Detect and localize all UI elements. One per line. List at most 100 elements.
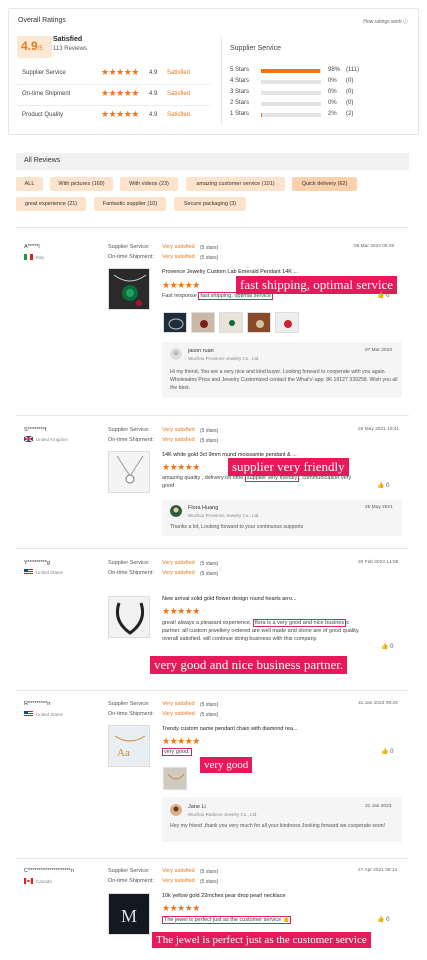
annotation-callout: fast shipping, optimal service: [236, 276, 398, 294]
filter-chip-with-videos[interactable]: With videos (23): [120, 177, 178, 191]
star-breakdown-row: 4 Stars 0% (0): [230, 78, 354, 84]
annotation-callout: supplier very friendly: [228, 458, 349, 476]
product-thumbnail[interactable]: Aa: [108, 725, 150, 767]
product-star-rating: ★★★★★: [162, 903, 200, 913]
like-button[interactable]: 👍 0: [381, 643, 394, 650]
review-text: The jewel is perfect just as the custome…: [162, 916, 292, 924]
annotation-callout: very good: [200, 757, 253, 773]
review-text: very good.: [162, 748, 192, 756]
review-date: 05 Mar 2023 05:30: [354, 244, 395, 249]
product-thumbnail[interactable]: [108, 451, 150, 493]
review-photo[interactable]: [191, 312, 215, 333]
flag-uk-icon: [24, 436, 33, 442]
filter-chip-great-experience[interactable]: great experience (21): [16, 197, 86, 211]
supplier-reply: Flora Huang Wuzhou Provence Jewelry Co.,…: [162, 500, 402, 536]
ontime-shipment-rating: Very satisfied: [162, 437, 195, 443]
like-button[interactable]: 👍 0: [377, 916, 390, 923]
ontime-shipment-rating: Very satisfied: [162, 878, 195, 884]
progress-bar: [261, 91, 321, 95]
filter-chip-quick-delivery[interactable]: Quick delivery (62): [292, 177, 357, 191]
product-thumbnail[interactable]: M: [108, 893, 150, 935]
filter-chip-all[interactable]: ALL: [16, 177, 43, 191]
reviewer-country: Canada: [36, 879, 52, 884]
filter-chip-secure-packaging[interactable]: Secure packaging (3): [174, 197, 246, 211]
review-photo[interactable]: [219, 312, 243, 333]
thumbs-up-icon: 👍: [381, 644, 389, 650]
product-title-link[interactable]: New arrival solid gold flower design rou…: [162, 596, 297, 602]
product-title-link[interactable]: Trendy custom name pendant chain with di…: [162, 726, 298, 732]
supplier-reply: jason ruan Wuzhou Provence Jewelry Co., …: [162, 342, 402, 398]
progress-bar: [261, 102, 321, 106]
like-button[interactable]: 👍 0: [377, 482, 390, 489]
annotation-callout: very good and nice business partner.: [150, 656, 348, 674]
product-thumbnail[interactable]: [108, 596, 150, 638]
product-star-rating: ★★★★★: [162, 462, 200, 472]
thumbs-up-icon: 👍: [377, 293, 385, 299]
like-button[interactable]: 👍 0: [377, 292, 390, 299]
review-date: 20 Feb 2023 14:08: [358, 560, 399, 565]
review-photo[interactable]: [163, 312, 187, 333]
progress-bar: [261, 80, 321, 84]
avatar: [170, 505, 182, 517]
reply-text: Hi my friend, You are a very nice and ki…: [170, 369, 398, 391]
star-rating-icons: ★★★★★: [101, 109, 139, 119]
review-date: 27 Apr 2021 08:14: [358, 868, 398, 873]
filter-chip-with-pictures[interactable]: With pictures (169): [50, 177, 113, 191]
supplier-service-rating: Very satisfied: [162, 868, 195, 874]
avatar: [170, 804, 182, 816]
review-date: 31 Jan 2023 09:25: [358, 701, 398, 706]
annotation-callout: The jewel is perfect just as the custome…: [152, 932, 371, 948]
supplier-service-rating: Very satisfied: [162, 244, 195, 250]
divider: [221, 37, 222, 125]
like-button[interactable]: 👍 0: [381, 748, 394, 755]
supplier-reply: Jane Li Wuzhou Redoors Jewelry Co., Ltd.…: [162, 797, 402, 842]
star-breakdown-row: 1 Stars 2% (2): [230, 111, 354, 117]
star-rating-icons: ★★★★★: [101, 88, 139, 98]
ontime-shipment-rating: Very satisfied: [162, 570, 195, 576]
svg-text:Aa: Aa: [117, 747, 130, 759]
reviewer-country: Italy: [36, 255, 45, 260]
all-reviews-header: All Reviews: [16, 153, 409, 170]
reviewer-country: United Kingdom: [36, 437, 69, 442]
star-breakdown-row: 5 Stars 98% (111): [230, 67, 360, 73]
review-date: 25 May 2021 10:41: [358, 427, 400, 432]
overall-ratings-panel: Overall Ratings How ratings work ⓘ 4.9/5…: [8, 8, 419, 135]
reviewer-name: A*****l: [24, 244, 40, 250]
supplier-service-breakdown-title: Supplier Service: [230, 45, 281, 52]
progress-bar: [261, 69, 321, 73]
thumbs-up-icon: 👍: [377, 483, 385, 489]
product-title-link[interactable]: Provence Jewelry Custom Lab Emerald Pend…: [162, 269, 298, 275]
reviewer-name: Y*********g: [24, 560, 50, 566]
flag-us-icon: [24, 569, 33, 575]
thumbs-up-icon: 👍: [381, 749, 389, 755]
reviewer-name: R*********n: [24, 701, 51, 707]
review-photo[interactable]: [247, 312, 271, 333]
reviewer-name: C********************n: [24, 868, 74, 874]
filter-chip-fantastic-supplier[interactable]: Fantastic supplier (10): [94, 197, 166, 211]
review-photo[interactable]: [163, 767, 187, 790]
avatar: [170, 348, 182, 360]
how-ratings-work-link[interactable]: How ratings work ⓘ: [363, 18, 408, 25]
reviewer-country: United States: [36, 712, 64, 717]
help-icon: ⓘ: [402, 19, 408, 25]
review-text: great! always a pleasant experience. flo…: [162, 619, 360, 642]
star-breakdown-row: 2 Stars 0% (0): [230, 100, 354, 106]
metric-row-supplier-service: Supplier Service ★★★★★ 4.9 Satisfied: [17, 64, 211, 85]
product-star-rating: ★★★★★: [162, 606, 200, 616]
product-thumbnail[interactable]: [108, 268, 150, 310]
product-star-rating: ★★★★★: [162, 736, 200, 746]
divider: [16, 227, 409, 228]
divider: [16, 415, 409, 416]
filter-chip-amazing-service[interactable]: amazing customer service (101): [186, 177, 285, 191]
divider: [16, 548, 409, 549]
review-photo[interactable]: [275, 312, 299, 333]
overall-reviews-count: 113 Reviews: [53, 46, 87, 52]
progress-bar: [261, 113, 321, 117]
flag-italy-icon: [24, 254, 33, 260]
reviewer-name: S********f: [24, 427, 47, 433]
supplier-service-rating: Very satisfied: [162, 701, 195, 707]
divider: [16, 858, 409, 859]
product-title-link[interactable]: 10k yellow gold 22mches pear drop pearl …: [162, 893, 286, 899]
supplier-service-rating: Very satisfied: [162, 560, 195, 566]
product-star-rating: ★★★★★: [162, 280, 200, 290]
